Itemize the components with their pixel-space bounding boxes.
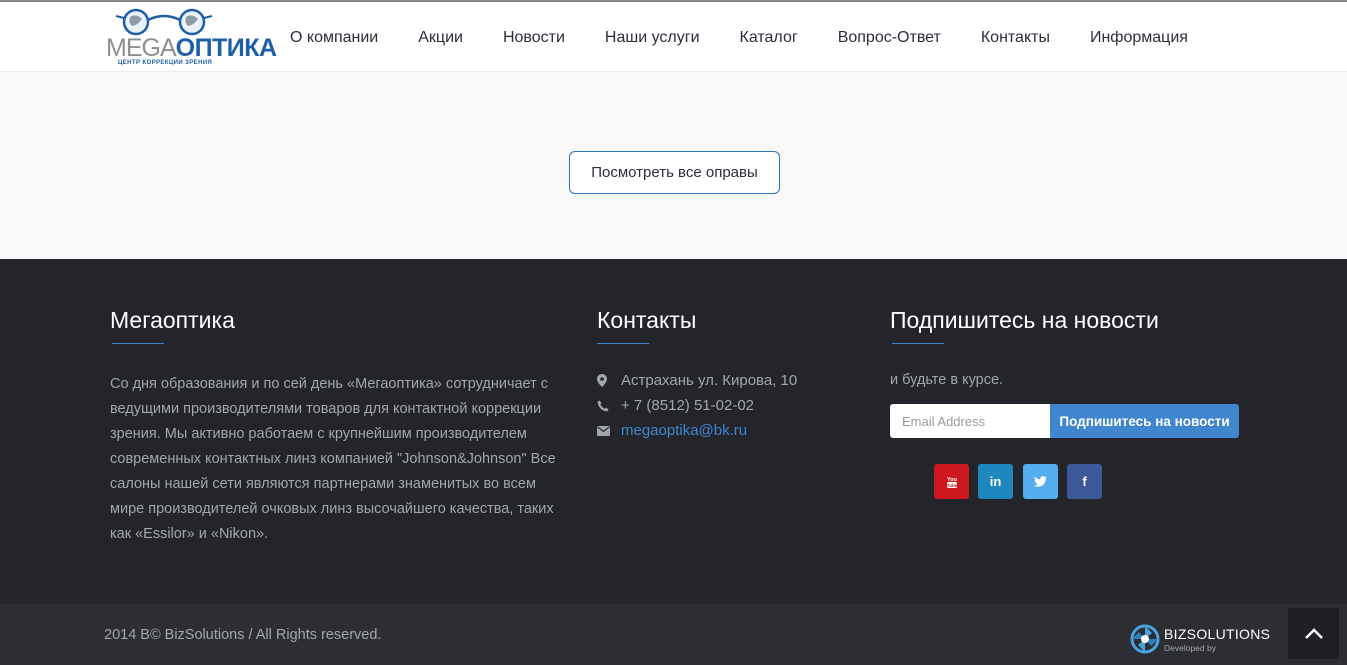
youtube-button[interactable]: You Tube xyxy=(934,464,969,499)
logo-wordmark: MEGAОПТИКА xyxy=(106,34,277,63)
linkedin-button[interactable]: in xyxy=(978,464,1013,499)
nav-item-contacts[interactable]: Контакты xyxy=(961,29,1070,47)
youtube-icon: YouTube xyxy=(946,477,957,488)
contact-email: megaoptika@bk.ru xyxy=(597,422,747,439)
map-marker-icon xyxy=(597,374,621,387)
nav-item-services[interactable]: Наши услуги xyxy=(585,29,720,47)
main-nav: О компании Акции Новости Наши услуги Кат… xyxy=(270,2,1208,74)
about-text: Со дня образования и по сей день «Мегаоп… xyxy=(110,376,556,542)
phone-icon xyxy=(597,400,621,412)
subscribe-title: Подпишитесь на новости xyxy=(890,307,1159,333)
facebook-button[interactable]: f xyxy=(1067,464,1102,499)
email-input[interactable] xyxy=(890,404,1050,438)
contact-phone-text: + 7 (8512) 51-02-02 xyxy=(621,397,755,414)
scroll-to-top-button[interactable] xyxy=(1288,608,1339,659)
view-all-frames-button[interactable]: Посмотреть все оправы xyxy=(569,151,780,194)
logo-mega: MEGA xyxy=(106,34,177,62)
linkedin-icon: in xyxy=(989,474,1002,489)
site-header: MEGAОПТИКА ЦЕНТР КОРРЕКЦИИ ЗРЕНИЯ О комп… xyxy=(0,0,1347,72)
subscribe-subtitle: и будьте в курсе. xyxy=(890,372,1004,388)
facebook-icon: f xyxy=(1082,474,1087,489)
twitter-button[interactable] xyxy=(1023,464,1058,499)
contact-address: Астрахань ул. Кирова, 10 xyxy=(597,372,797,389)
twitter-icon xyxy=(1034,476,1047,487)
developer-caption: Developed by xyxy=(1164,643,1216,653)
subscribe-title-underline xyxy=(892,343,944,344)
nav-item-about[interactable]: О компании xyxy=(270,29,398,47)
site-logo[interactable]: MEGAОПТИКА ЦЕНТР КОРРЕКЦИИ ЗРЕНИЯ xyxy=(106,8,277,70)
contacts-title-underline xyxy=(597,343,649,344)
developer-logo[interactable]: BIZSOLUTIONS Developed by xyxy=(1130,624,1270,656)
bottom-bar: 2014 B© BizSolutions / All Rights reserv… xyxy=(0,604,1347,665)
logo-tagline: ЦЕНТР КОРРЕКЦИИ ЗРЕНИЯ xyxy=(118,60,213,66)
chevron-up-icon xyxy=(1304,627,1323,639)
svg-text:Tube: Tube xyxy=(946,483,957,488)
nav-item-catalog[interactable]: Каталог xyxy=(720,29,818,47)
contact-address-text: Астрахань ул. Кирова, 10 xyxy=(621,372,798,389)
nav-item-news[interactable]: Новости xyxy=(483,29,585,47)
footer: Мегаоптика Со дня образования и по сей д… xyxy=(0,259,1347,604)
nav-item-faq[interactable]: Вопрос-Ответ xyxy=(818,29,961,47)
nav-item-info[interactable]: Информация xyxy=(1070,29,1208,47)
bizsolutions-logo-icon xyxy=(1130,624,1160,654)
subscribe-button[interactable]: Подпишитесь на новости xyxy=(1050,404,1239,438)
about-title-underline xyxy=(112,343,164,344)
developer-name: BIZSOLUTIONS xyxy=(1164,626,1271,642)
nav-item-promotions[interactable]: Акции xyxy=(398,29,483,47)
contacts-title: Контакты xyxy=(597,307,697,333)
contact-phone: + 7 (8512) 51-02-02 xyxy=(597,397,754,414)
logo-optika: ОПТИКА xyxy=(175,34,277,62)
envelope-icon xyxy=(597,425,621,436)
about-title: Мегаоптика xyxy=(110,307,235,333)
contact-email-link[interactable]: megaoptika@bk.ru xyxy=(621,422,747,439)
copyright-text: 2014 B© BizSolutions / All Rights reserv… xyxy=(104,627,382,643)
